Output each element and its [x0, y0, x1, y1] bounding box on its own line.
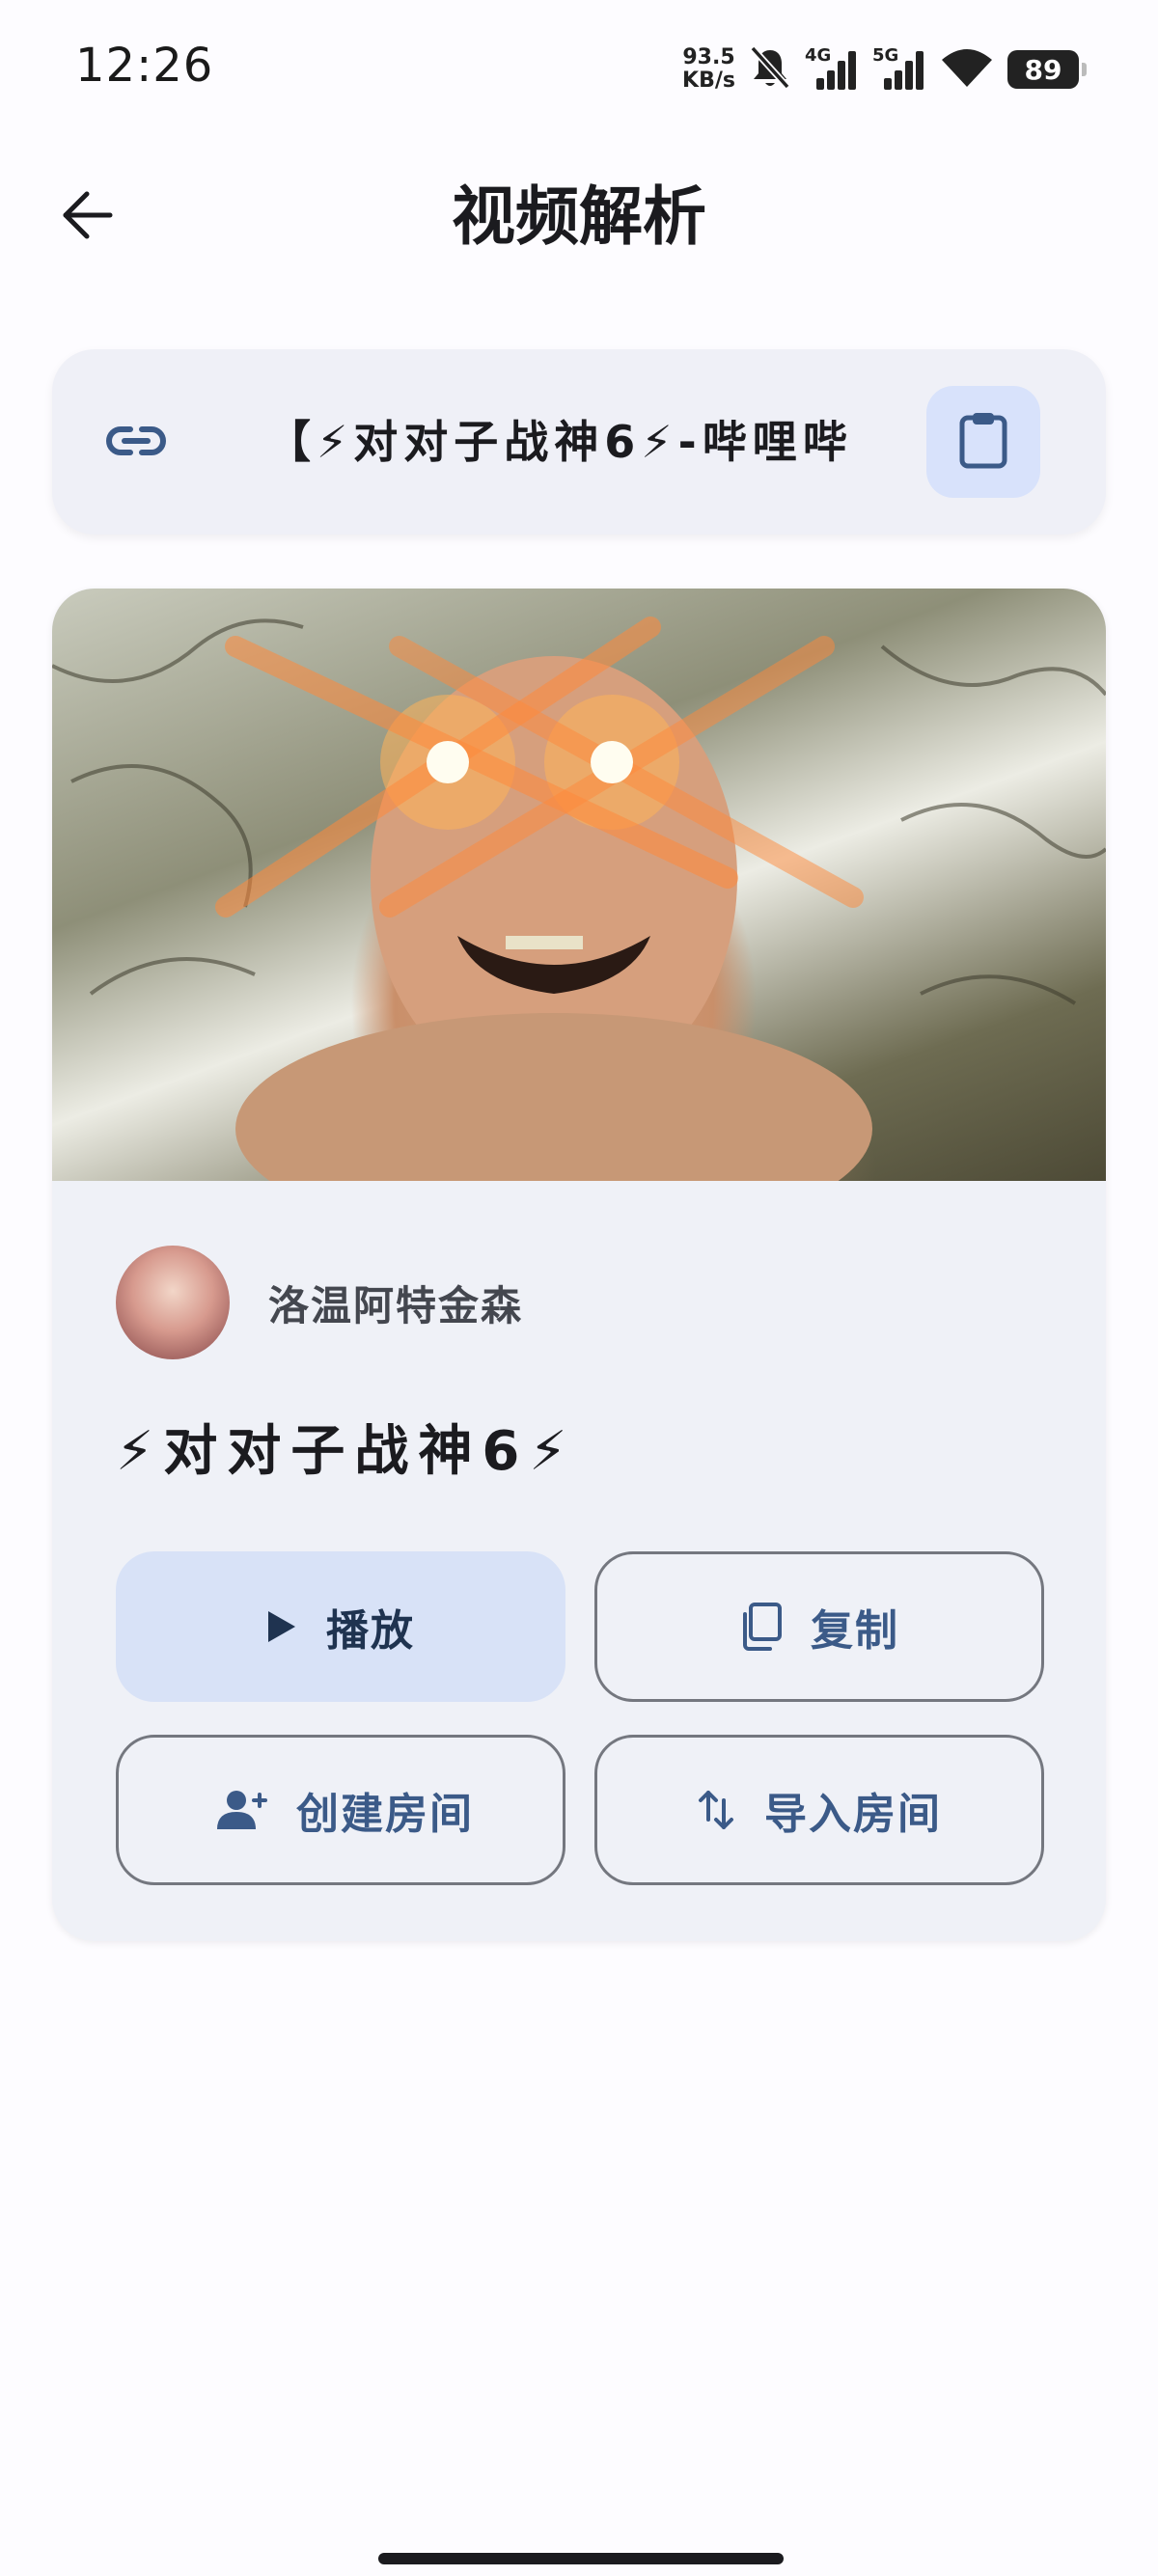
- create-room-button[interactable]: 创建房间: [116, 1735, 565, 1885]
- import-room-label: 导入房间: [764, 1790, 942, 1839]
- import-room-button[interactable]: 导入房间: [594, 1735, 1044, 1885]
- status-time: 12:26: [75, 39, 214, 93]
- play-button[interactable]: 播放: [116, 1551, 565, 1702]
- author-name: 洛温阿特金森: [268, 1281, 524, 1329]
- person-add-icon: [207, 1789, 267, 1831]
- status-bar: 12:26 93.5 KB/s 4G 5G 89: [0, 0, 1158, 145]
- back-button[interactable]: [48, 178, 125, 256]
- link-icon: [102, 407, 170, 475]
- create-room-label: 创建房间: [296, 1790, 474, 1839]
- play-button-label: 播放: [326, 1606, 415, 1656]
- url-input-card: 【⚡对对子战神6⚡-哔哩哔: [52, 349, 1106, 534]
- cellular-signal-5g-icon: 5G: [872, 45, 926, 92]
- page-title: 视频解析: [452, 179, 706, 254]
- url-input[interactable]: 【⚡对对子战神6⚡-哔哩哔: [266, 407, 951, 477]
- battery-icon: 89: [1007, 50, 1087, 89]
- copy-button[interactable]: 复制: [594, 1551, 1044, 1702]
- video-thumbnail[interactable]: [52, 589, 1106, 1181]
- play-icon: [266, 1609, 297, 1644]
- copy-button-label: 复制: [811, 1606, 899, 1656]
- cellular-signal-4g-icon: 4G: [805, 45, 859, 92]
- network-speed: 93.5 KB/s: [682, 46, 735, 93]
- bell-off-icon: [749, 44, 791, 95]
- clipboard-icon: [958, 410, 1008, 474]
- arrow-back-icon: [60, 188, 114, 246]
- video-title: ⚡对对子战神6⚡: [116, 1420, 577, 1483]
- wifi-icon: [940, 46, 994, 93]
- network-speed-unit: KB/s: [682, 69, 735, 93]
- paste-button[interactable]: [926, 386, 1040, 498]
- author-row[interactable]: 洛温阿特金森: [116, 1245, 523, 1360]
- home-indicator[interactable]: [378, 2553, 784, 2564]
- copy-icon: [739, 1603, 782, 1651]
- swap-vertical-icon: [697, 1789, 735, 1831]
- network-speed-value: 93.5: [682, 45, 735, 69]
- status-icons: 93.5 KB/s 4G 5G 89: [682, 42, 1087, 96]
- video-card: 洛温阿特金森 ⚡对对子战神6⚡ 播放 复制 创建房间 导入房间: [52, 589, 1106, 1941]
- avatar: [116, 1246, 230, 1359]
